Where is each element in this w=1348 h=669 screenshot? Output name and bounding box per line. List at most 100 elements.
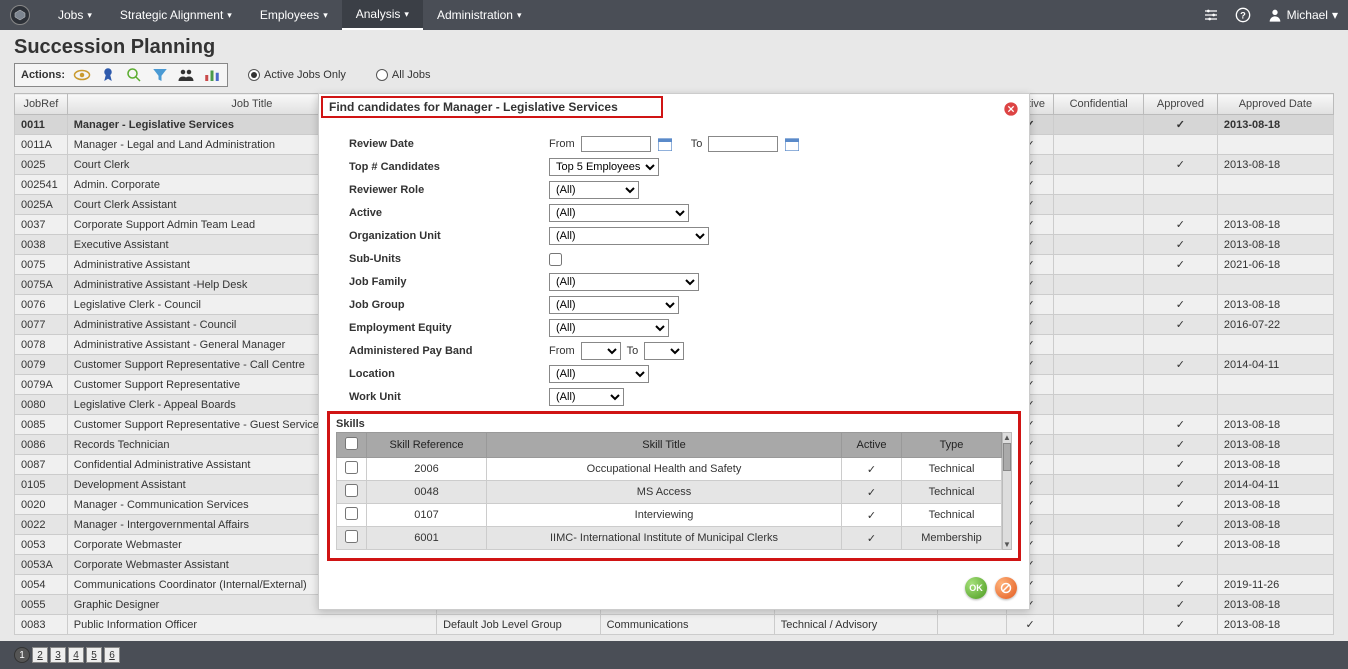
top-navigation: Jobs▾Strategic Alignment▾Employees▾Analy… (0, 0, 1348, 30)
skills-column-header[interactable]: Type (902, 433, 1002, 458)
page-6[interactable]: 6 (104, 647, 120, 663)
page-1[interactable]: 1 (14, 647, 30, 663)
page-title: Succession Planning (14, 36, 1334, 59)
user-icon (1267, 7, 1283, 23)
filter-active-jobs[interactable]: Active Jobs Only (248, 69, 346, 81)
skill-checkbox[interactable] (345, 461, 358, 474)
skills-label: Skills (336, 418, 1012, 430)
column-header[interactable]: Approved Date (1217, 94, 1333, 115)
active-select[interactable]: (All) (549, 204, 689, 222)
pay-band-to-select[interactable] (644, 342, 684, 360)
top-candidates-label: Top # Candidates (349, 161, 549, 173)
work-unit-label: Work Unit (349, 391, 549, 403)
help-icon[interactable]: ? (1235, 7, 1251, 23)
chart-icon[interactable] (203, 66, 221, 84)
nav-analysis[interactable]: Analysis▾ (342, 0, 423, 30)
reviewer-role-label: Reviewer Role (349, 184, 549, 196)
job-group-select[interactable]: (All) (549, 296, 679, 314)
page-3[interactable]: 3 (50, 647, 66, 663)
calendar-icon[interactable] (657, 136, 673, 152)
to-label: To (691, 138, 703, 150)
active-label: Active (349, 207, 549, 219)
scroll-up-icon[interactable]: ▲ (1003, 433, 1011, 442)
ok-button[interactable]: OK (965, 577, 987, 599)
cancel-button[interactable] (995, 577, 1017, 599)
skill-checkbox[interactable] (345, 530, 358, 543)
chevron-down-icon: ▾ (87, 10, 92, 21)
skills-scrollbar[interactable]: ▲ ▼ (1002, 432, 1012, 550)
close-button[interactable] (1003, 101, 1019, 117)
job-family-label: Job Family (349, 276, 549, 288)
dialog-title: Find candidates for Manager - Legislativ… (329, 100, 618, 114)
chevron-down-icon: ▾ (517, 10, 522, 21)
skills-column-header[interactable]: Skill Reference (367, 433, 487, 458)
work-unit-select[interactable]: (All) (549, 388, 624, 406)
skills-column-header[interactable]: Active (842, 433, 902, 458)
emp-equity-select[interactable]: (All) (549, 319, 669, 337)
select-all-skills[interactable] (345, 437, 358, 450)
pay-band-label: Administered Pay Band (349, 345, 549, 357)
nav-administration[interactable]: Administration▾ (423, 0, 536, 30)
job-filter-radios: Active Jobs Only All Jobs (248, 69, 430, 81)
settings-sliders-icon[interactable] (1203, 7, 1219, 23)
page-4[interactable]: 4 (68, 647, 84, 663)
pay-band-from-select[interactable] (581, 342, 621, 360)
job-group-label: Job Group (349, 299, 549, 311)
chevron-down-icon: ▾ (404, 9, 409, 20)
sub-units-label: Sub-Units (349, 253, 549, 265)
radio-icon (248, 69, 260, 81)
award-icon[interactable] (99, 66, 117, 84)
review-date-to-input[interactable] (708, 136, 778, 152)
skill-checkbox[interactable] (345, 507, 358, 520)
filter-icon[interactable] (151, 66, 169, 84)
column-header[interactable]: Approved (1143, 94, 1217, 115)
reviewer-role-select[interactable]: (All) (549, 181, 639, 199)
search-icon[interactable] (125, 66, 143, 84)
user-menu[interactable]: Michael ▾ (1267, 7, 1338, 23)
skills-column-header[interactable] (337, 433, 367, 458)
table-row[interactable]: 0083Public Information OfficerDefault Jo… (15, 615, 1334, 635)
view-icon[interactable] (73, 66, 91, 84)
actions-label: Actions: (21, 69, 65, 81)
org-unit-label: Organization Unit (349, 230, 549, 242)
sub-units-checkbox[interactable] (549, 253, 562, 266)
top-candidates-select[interactable]: Top 5 Employees (549, 158, 659, 176)
find-candidates-dialog: Find candidates for Manager - Legislativ… (318, 93, 1030, 610)
actions-toolbar: Actions: (14, 63, 228, 87)
page-5[interactable]: 5 (86, 647, 102, 663)
nav-employees[interactable]: Employees▾ (246, 0, 342, 30)
emp-equity-label: Employment Equity (349, 322, 549, 334)
skill-row[interactable]: 0048MS Access✓Technical (337, 481, 1002, 504)
org-unit-select[interactable]: (All) (549, 227, 709, 245)
svg-text:?: ? (1240, 10, 1246, 20)
group-icon[interactable] (177, 66, 195, 84)
pagination-bar: 123456 (0, 641, 1348, 669)
main-nav: Jobs▾Strategic Alignment▾Employees▾Analy… (44, 0, 536, 30)
scroll-thumb[interactable] (1003, 443, 1011, 471)
from-label: From (549, 138, 575, 150)
user-name: Michael (1287, 8, 1328, 22)
location-select[interactable]: (All) (549, 365, 649, 383)
skill-row[interactable]: 2006Occupational Health and Safety✓Techn… (337, 458, 1002, 481)
column-header[interactable]: JobRef (15, 94, 68, 115)
filter-all-jobs[interactable]: All Jobs (376, 69, 431, 81)
page-2[interactable]: 2 (32, 647, 48, 663)
skill-checkbox[interactable] (345, 484, 358, 497)
radio-icon (376, 69, 388, 81)
scroll-down-icon[interactable]: ▼ (1003, 540, 1011, 549)
skills-column-header[interactable]: Skill Title (487, 433, 842, 458)
nav-jobs[interactable]: Jobs▾ (44, 0, 106, 30)
chevron-down-icon: ▾ (227, 10, 232, 21)
skill-row[interactable]: 6001IIMC- International Institute of Mun… (337, 527, 1002, 550)
column-header[interactable]: Confidential (1054, 94, 1144, 115)
job-family-select[interactable]: (All) (549, 273, 699, 291)
skill-row[interactable]: 0107Interviewing✓Technical (337, 504, 1002, 527)
skills-table: Skill ReferenceSkill TitleActiveType 200… (336, 432, 1002, 550)
calendar-icon[interactable] (784, 136, 800, 152)
review-date-from-input[interactable] (581, 136, 651, 152)
app-logo[interactable] (10, 5, 30, 25)
skills-section: Skills Skill ReferenceSkill TitleActiveT… (327, 411, 1021, 561)
chevron-down-icon: ▾ (1332, 8, 1338, 22)
nav-strategic-alignment[interactable]: Strategic Alignment▾ (106, 0, 246, 30)
chevron-down-icon: ▾ (323, 10, 328, 21)
